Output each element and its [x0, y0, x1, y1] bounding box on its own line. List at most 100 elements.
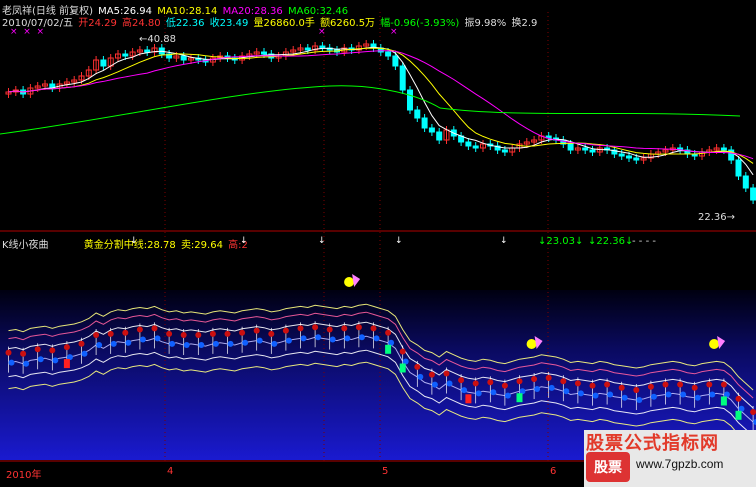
indicator-flag-icon	[352, 274, 361, 287]
indicator-signal	[385, 344, 392, 354]
indicator-blue-dot	[621, 394, 628, 401]
indicator-red-dot	[589, 382, 596, 389]
indicator-blue-dot	[139, 336, 146, 343]
candle-body	[392, 55, 399, 67]
indicator-blue-dot	[256, 337, 263, 344]
indicator-red-dot	[63, 344, 70, 351]
indicator-blue-dot	[709, 391, 716, 398]
indicator-flag-icon	[526, 339, 537, 349]
indicator-blue-dot	[285, 337, 292, 344]
candle-body	[750, 187, 756, 201]
indicator-blue-dot	[607, 391, 614, 398]
indicator-blue-dot	[534, 386, 541, 392]
candle-body	[626, 155, 632, 159]
indicator-arrow: ↓	[318, 236, 326, 246]
candle-body	[720, 147, 727, 151]
indicator-red-dot	[268, 330, 275, 337]
indicator-red-dot	[78, 340, 85, 347]
candle-body	[319, 45, 326, 49]
axis-month-4: 4	[167, 466, 174, 477]
indicator-blue-dot	[8, 359, 15, 366]
indicator-blue-dot	[548, 384, 555, 391]
quote-open: 开24.29	[78, 18, 117, 29]
indicator-blue-dot	[475, 390, 482, 397]
candle-body	[501, 149, 508, 153]
marker-row: × × ×	[10, 27, 45, 37]
ma-line	[8, 47, 754, 164]
indicator-flag-icon	[709, 339, 720, 349]
indicator-blue-dot	[344, 335, 351, 342]
indicator-blue-dot	[52, 357, 59, 364]
marker-x: ×	[318, 27, 326, 37]
quote-amount: 额6260.5万	[320, 18, 376, 29]
indicator-red-dot	[574, 380, 581, 387]
candle-body	[589, 149, 596, 153]
watermark-logo: 股票	[586, 452, 630, 482]
indicator-red-dot	[326, 326, 333, 333]
indicator-blue-dot	[227, 340, 234, 347]
candle-body	[582, 147, 589, 151]
indicator-red-dot	[458, 377, 465, 384]
quote-high: 高24.80	[122, 18, 161, 29]
indicator-red-dot	[472, 380, 479, 387]
quote-volume: 量26860.0手	[253, 18, 315, 29]
indicator-signal	[516, 393, 523, 403]
indicator-red-dot	[662, 381, 669, 388]
candle-body	[100, 59, 107, 67]
indicator-red-dot	[49, 347, 56, 354]
indicator-arrow: ↓	[240, 236, 248, 246]
candle-body	[304, 47, 311, 51]
candle-body	[735, 159, 742, 177]
indicator-red-dot	[735, 395, 742, 402]
indicator-blue-dot	[110, 340, 117, 347]
indicator-red-dot	[560, 378, 567, 385]
indicator-blue-dot	[636, 397, 643, 403]
indicator-signal	[720, 396, 727, 406]
indicator-red-dot	[720, 381, 727, 388]
indicator-signal	[63, 359, 70, 369]
indicator-red-dot	[706, 381, 713, 388]
candle-body	[261, 51, 267, 55]
indicator-signal	[399, 363, 406, 373]
indicator-red-dot	[180, 332, 187, 338]
watermark-url: www.7gpzb.com	[636, 457, 724, 471]
ma-line	[8, 46, 754, 176]
indicator-red-dot	[93, 332, 100, 338]
quote-turnover: 换2.9	[511, 18, 538, 29]
indicator-red-dot	[195, 332, 202, 338]
candle-body	[472, 145, 479, 149]
indicator-blue-dot	[665, 391, 672, 398]
candle-body	[436, 131, 443, 141]
indicator-dashes: - - - -	[632, 236, 656, 247]
indicator-red-dot	[224, 330, 231, 337]
candle-body	[122, 53, 129, 57]
indicator-blue-dot	[125, 339, 132, 346]
indicator-red-dot	[604, 381, 611, 388]
axis-year: 2010年	[6, 470, 42, 481]
ma60-line	[0, 85, 741, 135]
indicator-red-dot	[414, 363, 421, 370]
indicator-title[interactable]: K线小夜曲	[2, 240, 49, 251]
indicator-red-dot	[647, 383, 654, 390]
candlesticks	[5, 40, 756, 204]
indicator-red-dot	[633, 387, 640, 393]
indicator-red-dot	[501, 382, 508, 389]
indicator-blue-dot	[650, 393, 657, 400]
indicator-blue-dot	[504, 392, 511, 399]
indicator-blue-dot	[373, 335, 380, 342]
axis-month-6: 6	[550, 466, 557, 477]
header-quote-line: 2010/07/02/五 开24.29 高24.80 低22.36 收23.49…	[2, 14, 539, 29]
indicator-red-dot	[691, 384, 698, 391]
candle-body	[465, 141, 472, 147]
indicator-blue-dot	[23, 360, 30, 367]
indicator-value-2: ↓22.36↓	[588, 236, 634, 247]
sell-label: 卖:29.64	[180, 240, 223, 251]
candle-body	[567, 143, 574, 151]
indicator-red-dot	[443, 370, 450, 377]
candle-body	[742, 175, 749, 189]
indicator-red-dot	[136, 326, 143, 333]
indicator-red-dot	[370, 325, 377, 332]
indicator-red-dot	[297, 325, 304, 332]
indicator-arrow: ↓	[130, 236, 138, 246]
indicator-blue-dot	[169, 340, 176, 347]
